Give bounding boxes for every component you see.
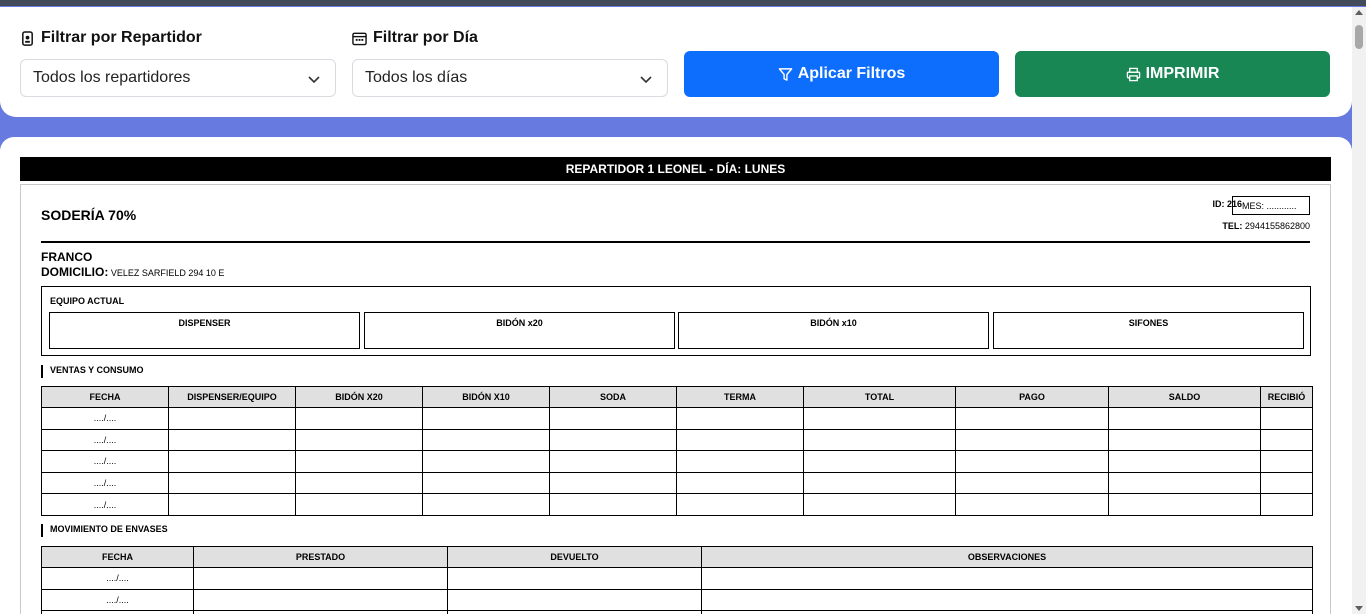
chevron-down-icon [308,76,320,84]
column-header: SODA [549,386,677,408]
dia-filter: Filtrar por Día Todos los días [352,29,668,97]
column-header: DISPENSER/EQUIPO [168,386,296,408]
filter-panel: Filtrar por Repartidor Todos los reparti… [0,7,1352,117]
date-cell: ..../.... [41,588,194,612]
containers-table: FECHA PRESTADO DEVUELTO OBSERVACIONES ..… [41,546,1313,614]
filter-icon [778,67,792,81]
repartidor-filter-label: Filtrar por Repartidor [20,29,202,47]
date-cell: ..../.... [41,428,169,452]
containers-section-title: MOVIMIENTO DE ENVASES [41,524,168,537]
table-row: ..../.... [41,567,1313,590]
print-button[interactable]: IMPRIMIR [1015,51,1330,97]
document-card: REPARTIDOR 1 LEONEL - DÍA: LUNES SODERÍA… [0,137,1352,614]
equipment-title: EQUIPO ACTUAL [50,296,125,306]
client-name: FRANCO [41,250,93,264]
scroll-up-arrow-icon[interactable] [1355,10,1363,15]
equipment-section: EQUIPO ACTUAL DISPENSER BIDÓN x20 BIDÓN … [41,286,1311,356]
sales-section-title: VENTAS Y CONSUMO [41,365,144,378]
client-sheet: SODERÍA 70% ID: 216 MES: ............ TE… [20,184,1331,614]
containers-header-row: FECHA PRESTADO DEVUELTO OBSERVACIONES [41,546,1313,568]
column-header: PAGO [955,386,1109,408]
date-cell: ..../.... [41,407,169,430]
document-header: REPARTIDOR 1 LEONEL - DÍA: LUNES [20,157,1331,181]
chevron-down-icon [640,76,652,84]
apply-filters-button[interactable]: Aplicar Filtros [684,51,999,97]
date-cell: ..../.... [41,567,194,590]
table-row: ..../.... [41,428,1313,452]
column-header: RECIBIÓ [1260,386,1313,408]
month-box: MES: ............ [1232,196,1310,215]
scroll-down-arrow-icon[interactable] [1355,606,1363,611]
repartidor-filter: Filtrar por Repartidor Todos los reparti… [20,29,336,97]
dia-filter-label: Filtrar por Día [352,29,478,47]
divider [41,241,1310,243]
printer-icon [1126,67,1140,81]
date-cell: ..../.... [41,471,169,495]
equipment-sifones: SIFONES [993,312,1304,349]
person-badge-icon [22,30,33,46]
table-row: ..../.... [41,407,1313,430]
business-name: SODERÍA 70% [41,207,137,223]
table-row: ..../.... [41,471,1313,495]
sales-header-row: FECHA DISPENSER/EQUIPO BIDÓN X20 BIDÓN X… [41,386,1313,408]
scroll-thumb[interactable] [1355,25,1363,49]
calendar-icon [352,32,367,45]
table-row: ..../.... [41,450,1313,473]
date-cell: ..../.... [41,450,169,473]
equipment-bidon-x20: BIDÓN x20 [364,312,675,349]
column-header: PRESTADO [193,546,448,568]
equipment-dispenser: DISPENSER [49,312,360,349]
column-header: SALDO [1108,386,1261,408]
column-header: TOTAL [803,386,956,408]
column-header: FECHA [41,386,169,408]
table-row: ..../.... [41,493,1313,516]
equipment-bidon-x10: BIDÓN x10 [678,312,989,349]
date-cell: ..../.... [41,493,169,516]
repartidor-select[interactable]: Todos los repartidores [20,59,336,97]
sales-table: FECHA DISPENSER/EQUIPO BIDÓN X20 BIDÓN X… [41,386,1313,516]
column-header: BIDÓN X20 [295,386,423,408]
page-scrollbar[interactable] [1352,7,1366,614]
browser-top-strip [0,0,1366,6]
client-address: DOMICILIO: VELEZ SARFIELD 294 10 E [41,265,225,279]
column-header: BIDÓN X10 [422,386,550,408]
column-header: OBSERVACIONES [701,546,1313,568]
dia-select[interactable]: Todos los días [352,59,668,97]
column-header: TERMA [676,386,804,408]
column-header: FECHA [41,546,194,568]
phone: TEL: 2944155862800 [1222,221,1310,231]
column-header: DEVUELTO [447,546,702,568]
table-row: ..../.... [41,588,1313,612]
